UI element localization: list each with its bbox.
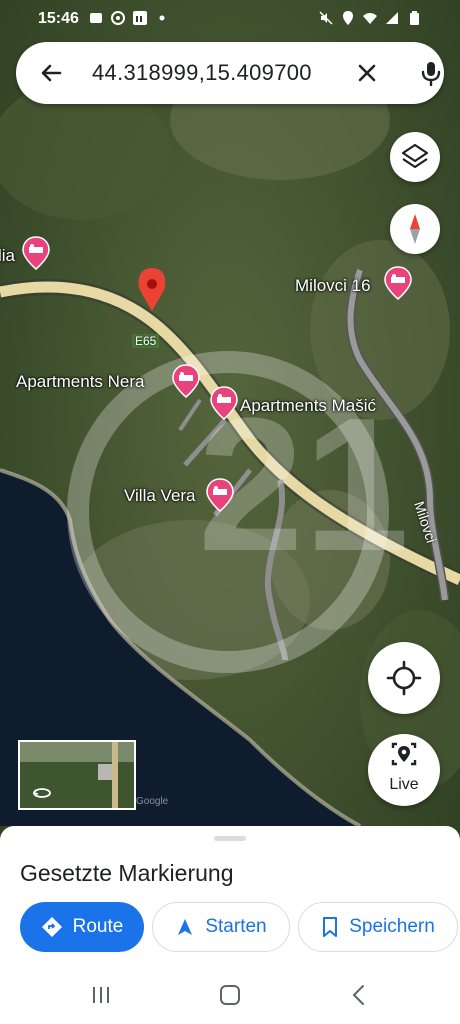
navigation-arrow-icon bbox=[178, 919, 193, 935]
notification-icon bbox=[90, 13, 102, 23]
hotel-pin-icon[interactable] bbox=[206, 478, 234, 512]
start-button[interactable]: Starten bbox=[152, 902, 290, 952]
street-view-thumbnail[interactable] bbox=[18, 740, 136, 810]
live-label: Live bbox=[389, 776, 419, 793]
compass-icon bbox=[410, 214, 420, 244]
hotel-pin-icon[interactable] bbox=[172, 364, 200, 398]
map-label-villa-vera[interactable]: Villa Vera bbox=[124, 486, 196, 506]
road-label-e65: E65 bbox=[132, 334, 160, 348]
close-icon[interactable] bbox=[352, 58, 382, 88]
app-icon bbox=[111, 11, 125, 25]
save-label: Speichern bbox=[349, 916, 435, 937]
status-bar: 15:46 bbox=[0, 0, 460, 36]
route-button[interactable]: Route bbox=[20, 902, 144, 952]
directions-icon bbox=[41, 917, 62, 937]
layers-button[interactable] bbox=[390, 132, 440, 182]
system-nav-bar bbox=[0, 966, 460, 1024]
action-buttons: Route Starten Speichern bbox=[20, 902, 458, 952]
location-icon bbox=[343, 11, 353, 25]
hotel-pin-icon[interactable] bbox=[384, 266, 412, 300]
map-label-milovci16[interactable]: Milovci 16 bbox=[295, 276, 371, 296]
search-bar[interactable]: 44.318999,15.409700 bbox=[16, 42, 444, 104]
signal-icon bbox=[386, 12, 398, 24]
route-label: Route bbox=[72, 916, 124, 937]
crosshair-icon bbox=[386, 660, 422, 696]
compass-button[interactable] bbox=[390, 204, 440, 254]
home-icon[interactable] bbox=[217, 982, 243, 1008]
start-label: Starten bbox=[205, 916, 267, 937]
my-location-button[interactable] bbox=[368, 642, 440, 714]
status-time: 15:46 bbox=[38, 10, 79, 27]
map-label-apartments-nera[interactable]: Apartments Nera bbox=[16, 372, 145, 392]
layers-icon bbox=[401, 143, 429, 169]
bookmark-icon bbox=[323, 917, 338, 937]
wifi-icon bbox=[363, 13, 377, 24]
back-icon[interactable] bbox=[346, 982, 372, 1008]
live-view-icon bbox=[391, 742, 417, 766]
map-attribution: Google bbox=[136, 796, 169, 807]
drag-handle[interactable] bbox=[214, 836, 246, 841]
rotate-360-icon bbox=[32, 788, 51, 798]
map-label-partial: lia bbox=[0, 246, 16, 265]
hotel-pin-icon[interactable] bbox=[22, 236, 50, 270]
live-view-button[interactable]: Live bbox=[368, 734, 440, 806]
battery-icon bbox=[410, 11, 419, 25]
dot-icon bbox=[159, 15, 165, 21]
hotel-pin-icon[interactable] bbox=[210, 386, 238, 420]
linkedin-icon bbox=[133, 11, 147, 25]
place-title: Gesetzte Markierung bbox=[20, 860, 234, 886]
microphone-icon[interactable] bbox=[416, 58, 446, 88]
search-input[interactable]: 44.318999,15.409700 bbox=[92, 60, 312, 86]
back-arrow-icon[interactable] bbox=[36, 58, 66, 88]
recent-apps-icon[interactable] bbox=[88, 982, 114, 1008]
mute-icon bbox=[319, 11, 333, 25]
save-button[interactable]: Speichern bbox=[298, 902, 458, 952]
